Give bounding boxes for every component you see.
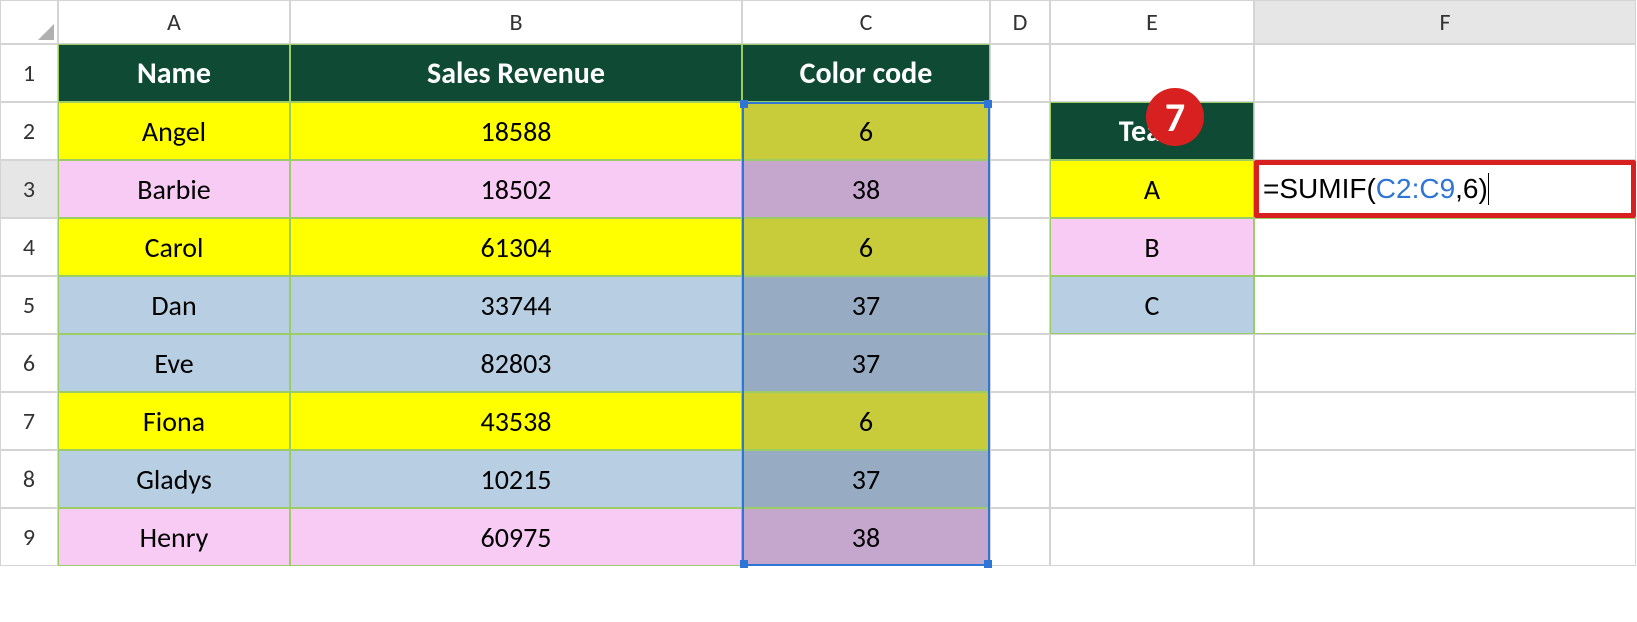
- row-header-5[interactable]: 5: [0, 276, 58, 334]
- cell-A7[interactable]: Fiona: [58, 392, 290, 450]
- row-header-7[interactable]: 7: [0, 392, 58, 450]
- cell-D1[interactable]: [990, 44, 1050, 102]
- col-header-A[interactable]: A: [58, 0, 290, 44]
- cell-A8[interactable]: Gladys: [58, 450, 290, 508]
- row-header-8[interactable]: 8: [0, 450, 58, 508]
- text-cursor: [1488, 173, 1489, 205]
- cell-F8[interactable]: [1254, 450, 1636, 508]
- cell-A5[interactable]: Dan: [58, 276, 290, 334]
- cell-C3[interactable]: 38: [742, 160, 990, 218]
- cell-D8[interactable]: [990, 450, 1050, 508]
- cell-D7[interactable]: [990, 392, 1050, 450]
- cell-F4[interactable]: [1254, 218, 1636, 276]
- spreadsheet-grid[interactable]: A B C D E F 1 Name Sales Revenue Color c…: [0, 0, 1637, 566]
- cell-E5[interactable]: C: [1050, 276, 1254, 334]
- header-sales[interactable]: Sales Revenue: [290, 44, 742, 102]
- cell-D4[interactable]: [990, 218, 1050, 276]
- cell-D9[interactable]: [990, 508, 1050, 566]
- cell-F1[interactable]: [1254, 44, 1636, 102]
- row-header-3[interactable]: 3: [0, 160, 58, 218]
- row-header-6[interactable]: 6: [0, 334, 58, 392]
- cell-F3-formula[interactable]: =SUMIF(C2:C9,6): [1254, 160, 1636, 218]
- cell-B7[interactable]: 43538: [290, 392, 742, 450]
- col-header-C[interactable]: C: [742, 0, 990, 44]
- cell-A4[interactable]: Carol: [58, 218, 290, 276]
- cell-B8[interactable]: 10215: [290, 450, 742, 508]
- cell-E9[interactable]: [1050, 508, 1254, 566]
- cell-E1[interactable]: [1050, 44, 1254, 102]
- cell-E7[interactable]: [1050, 392, 1254, 450]
- cell-D5[interactable]: [990, 276, 1050, 334]
- cell-E4[interactable]: B: [1050, 218, 1254, 276]
- cell-F7[interactable]: [1254, 392, 1636, 450]
- cell-F5[interactable]: [1254, 276, 1636, 334]
- cell-C2[interactable]: 6: [742, 102, 990, 160]
- cell-E3[interactable]: A: [1050, 160, 1254, 218]
- col-header-B[interactable]: B: [290, 0, 742, 44]
- cell-B9[interactable]: 60975: [290, 508, 742, 566]
- cell-C8[interactable]: 37: [742, 450, 990, 508]
- cell-F2[interactable]: [1254, 102, 1636, 160]
- cell-D3[interactable]: [990, 160, 1050, 218]
- cell-C6[interactable]: 37: [742, 334, 990, 392]
- formula-suffix: ,6): [1455, 173, 1488, 205]
- header-name[interactable]: Name: [58, 44, 290, 102]
- row-header-9[interactable]: 9: [0, 508, 58, 566]
- cell-A9[interactable]: Henry: [58, 508, 290, 566]
- cell-A3[interactable]: Barbie: [58, 160, 290, 218]
- col-header-E[interactable]: E: [1050, 0, 1254, 44]
- formula-range-ref: C2:C9: [1376, 173, 1455, 205]
- cell-B4[interactable]: 61304: [290, 218, 742, 276]
- header-color-code[interactable]: Color code: [742, 44, 990, 102]
- cell-E6[interactable]: [1050, 334, 1254, 392]
- cell-D2[interactable]: [990, 102, 1050, 160]
- cell-B6[interactable]: 82803: [290, 334, 742, 392]
- cell-C9[interactable]: 38: [742, 508, 990, 566]
- formula-prefix: =SUMIF(: [1263, 173, 1376, 205]
- cell-C7[interactable]: 6: [742, 392, 990, 450]
- cell-F6[interactable]: [1254, 334, 1636, 392]
- cell-C5[interactable]: 37: [742, 276, 990, 334]
- col-header-F[interactable]: F: [1254, 0, 1636, 44]
- step-callout-badge: 7: [1146, 88, 1204, 146]
- cell-A2[interactable]: Angel: [58, 102, 290, 160]
- cell-E8[interactable]: [1050, 450, 1254, 508]
- row-header-2[interactable]: 2: [0, 102, 58, 160]
- cell-B3[interactable]: 18502: [290, 160, 742, 218]
- cell-D6[interactable]: [990, 334, 1050, 392]
- select-all-corner[interactable]: [0, 0, 58, 44]
- col-header-D[interactable]: D: [990, 0, 1050, 44]
- cell-C4[interactable]: 6: [742, 218, 990, 276]
- cell-A6[interactable]: Eve: [58, 334, 290, 392]
- cell-B5[interactable]: 33744: [290, 276, 742, 334]
- cell-B2[interactable]: 18588: [290, 102, 742, 160]
- cell-F9[interactable]: [1254, 508, 1636, 566]
- row-header-4[interactable]: 4: [0, 218, 58, 276]
- row-header-1[interactable]: 1: [0, 44, 58, 102]
